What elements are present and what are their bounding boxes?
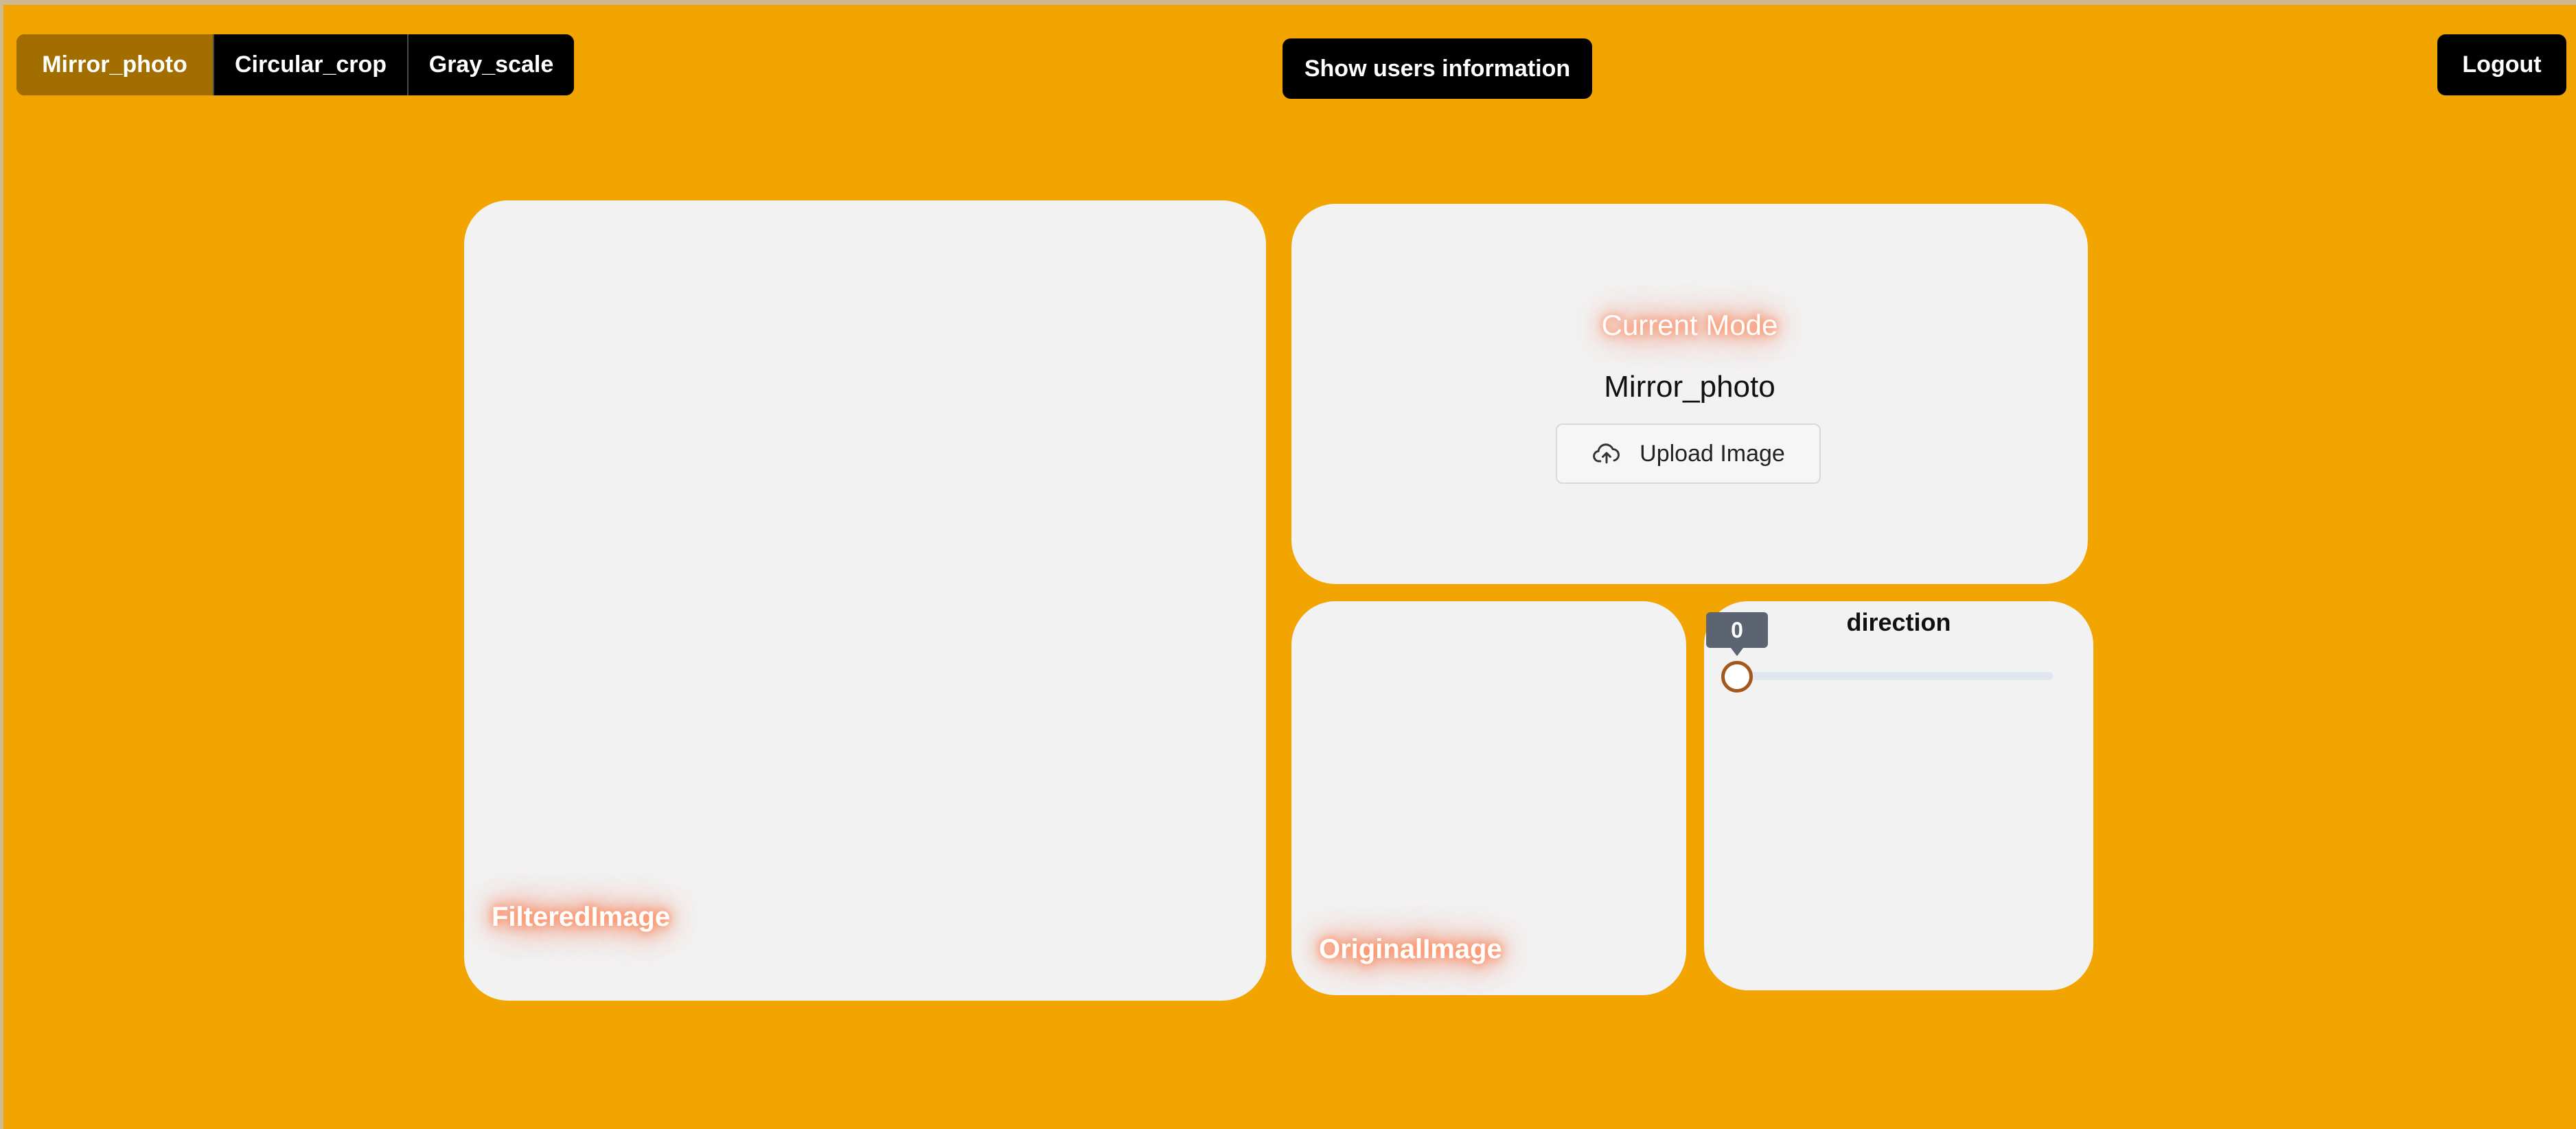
logout-button[interactable]: Logout — [2437, 34, 2566, 95]
mode-button-mirror-photo[interactable]: Mirror_photo — [16, 34, 213, 95]
original-image-card: OriginalImage — [1291, 601, 1686, 995]
current-mode-value: Mirror_photo — [1604, 370, 1775, 404]
left-border — [0, 0, 3, 1129]
mode-selector: Mirror_photo Circular_crop Gray_scale — [16, 34, 574, 95]
cloud-upload-icon — [1593, 443, 1620, 464]
mode-button-gray-scale[interactable]: Gray_scale — [407, 34, 574, 95]
show-users-button[interactable]: Show users information — [1283, 38, 1592, 99]
upload-image-button[interactable]: Upload Image — [1556, 423, 1821, 484]
mode-button-circular-crop[interactable]: Circular_crop — [213, 34, 407, 95]
top-border — [0, 0, 2576, 5]
current-mode-card: Current Mode Mirror_photo Upload Image — [1291, 204, 2088, 584]
current-mode-heading: Current Mode — [1601, 309, 1778, 341]
filtered-image-label: FilteredImage — [492, 902, 671, 932]
direction-slider-thumb[interactable] — [1721, 661, 1753, 692]
slider-value-tooltip: 0 — [1706, 612, 1768, 656]
direction-slider-track[interactable] — [1737, 672, 2053, 680]
filtered-image-card: FilteredImage — [464, 200, 1266, 1001]
original-image-label: OriginalImage — [1319, 934, 1502, 964]
direction-card: direction 0 — [1704, 601, 2093, 990]
upload-image-label: Upload Image — [1640, 440, 1785, 467]
